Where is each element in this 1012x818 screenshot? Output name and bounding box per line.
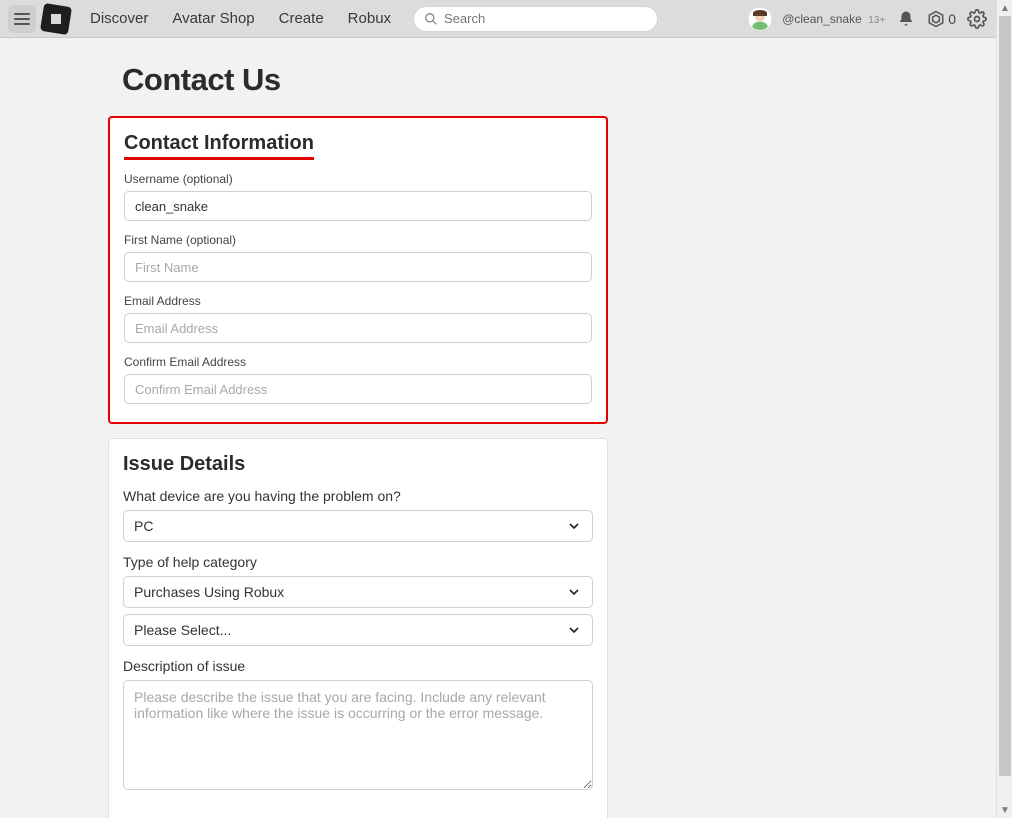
first-name-label: First Name (optional) bbox=[124, 233, 592, 247]
email-input[interactable] bbox=[124, 313, 592, 343]
robux-balance[interactable]: 0 bbox=[927, 10, 956, 28]
topbar: Discover Avatar Shop Create Robux @clean… bbox=[0, 0, 996, 38]
contact-info-heading: Contact Information bbox=[124, 132, 314, 160]
confirm-email-input[interactable] bbox=[124, 374, 592, 404]
nav-avatar-shop[interactable]: Avatar Shop bbox=[172, 10, 254, 27]
topbar-right: @clean_snake 13+ 0 bbox=[748, 7, 988, 31]
settings-button[interactable] bbox=[966, 8, 988, 30]
user-handle: @clean_snake bbox=[782, 12, 862, 26]
username-input[interactable] bbox=[124, 191, 592, 221]
robux-icon bbox=[927, 10, 945, 28]
hamburger-icon bbox=[14, 13, 30, 25]
user-row[interactable]: @clean_snake 13+ bbox=[782, 10, 885, 28]
issue-details-heading: Issue Details bbox=[123, 453, 593, 476]
page-title: Contact Us bbox=[122, 62, 868, 98]
scrollbar[interactable]: ▲ ▼ bbox=[996, 0, 1012, 818]
description-label: Description of issue bbox=[123, 658, 593, 674]
age-badge: 13+ bbox=[868, 15, 885, 26]
nav-links: Discover Avatar Shop Create Robux bbox=[90, 10, 391, 27]
device-label: What device are you having the problem o… bbox=[123, 488, 593, 504]
email-label: Email Address bbox=[124, 294, 592, 308]
nav-create[interactable]: Create bbox=[279, 10, 324, 27]
username-label: Username (optional) bbox=[124, 172, 592, 186]
notifications-button[interactable] bbox=[895, 8, 917, 30]
scrollbar-up-icon[interactable]: ▲ bbox=[997, 0, 1012, 16]
subcategory-select[interactable]: Please Select... bbox=[123, 614, 593, 646]
chevron-down-icon bbox=[566, 584, 582, 600]
bell-icon bbox=[897, 10, 915, 28]
description-textarea[interactable] bbox=[123, 680, 593, 790]
contact-info-card: Contact Information Username (optional) … bbox=[108, 116, 608, 424]
nav-robux[interactable]: Robux bbox=[348, 10, 391, 27]
avatar[interactable] bbox=[748, 7, 772, 31]
search-input[interactable] bbox=[444, 11, 647, 26]
first-name-input[interactable] bbox=[124, 252, 592, 282]
search-box[interactable] bbox=[413, 6, 658, 32]
category-select[interactable]: Purchases Using Robux bbox=[123, 576, 593, 608]
search-icon bbox=[424, 12, 438, 26]
chevron-down-icon bbox=[566, 622, 582, 638]
confirm-email-label: Confirm Email Address bbox=[124, 355, 592, 369]
scrollbar-thumb[interactable] bbox=[999, 16, 1011, 776]
issue-details-card: Issue Details What device are you having… bbox=[108, 438, 608, 818]
category-label: Type of help category bbox=[123, 554, 593, 570]
category-select-value: Purchases Using Robux bbox=[134, 584, 284, 600]
page-content: Contact Us Contact Information Username … bbox=[0, 38, 996, 818]
nav-discover[interactable]: Discover bbox=[90, 10, 148, 27]
roblox-logo[interactable] bbox=[40, 2, 72, 34]
chevron-down-icon bbox=[566, 518, 582, 534]
scrollbar-down-icon[interactable]: ▼ bbox=[997, 802, 1012, 818]
device-select[interactable]: PC bbox=[123, 510, 593, 542]
gear-icon bbox=[967, 9, 987, 29]
robux-count: 0 bbox=[948, 11, 956, 27]
device-select-value: PC bbox=[134, 518, 153, 534]
subcategory-select-value: Please Select... bbox=[134, 622, 231, 638]
menu-button[interactable] bbox=[8, 5, 36, 33]
